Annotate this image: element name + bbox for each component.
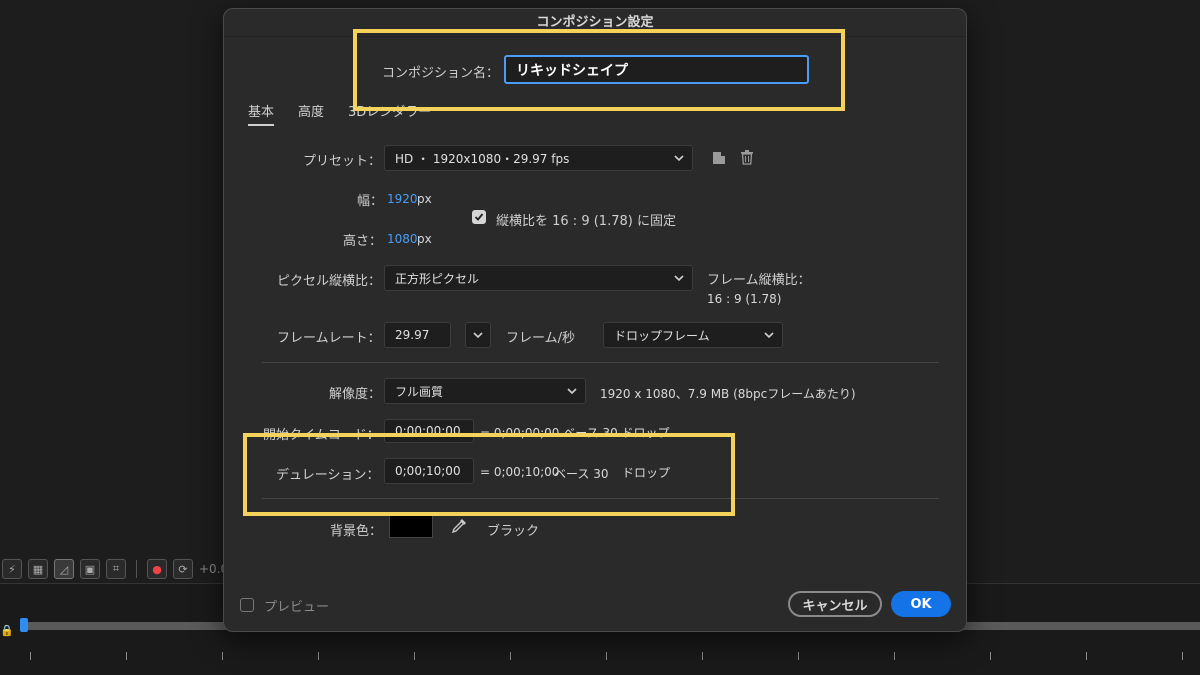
preview-checkbox[interactable] — [240, 598, 254, 612]
chevron-down-icon — [674, 275, 684, 282]
chevron-down-icon — [674, 155, 684, 162]
time-ruler — [30, 652, 1200, 662]
height-value[interactable]: 1080 — [387, 232, 418, 246]
background-color-name: ブラック — [487, 524, 540, 539]
frame-aspect-label: フレーム縦横比： — [707, 273, 811, 288]
chevron-down-icon — [473, 332, 483, 339]
composition-settings-dialog: コンポジション設定 コンポジション名： リキッドシェイプ 基本 高度 3Dレンダ… — [223, 8, 967, 632]
preset-dropdown[interactable]: HD ・ 1920x1080・29.97 fps — [384, 145, 693, 171]
ruler-tick — [894, 652, 895, 660]
ruler-tick — [1182, 652, 1183, 660]
lock-icon[interactable]: 🔒 — [0, 624, 14, 637]
pixel-aspect-value: 正方形ピクセル — [395, 271, 480, 286]
ruler-tick — [126, 652, 127, 660]
background-color-swatch[interactable] — [389, 515, 433, 538]
trash-icon[interactable] — [740, 150, 754, 165]
ruler-tick — [222, 652, 223, 660]
tab-advanced[interactable]: 高度 — [298, 101, 324, 120]
pixel-aspect-dropdown[interactable]: 正方形ピクセル — [384, 265, 693, 291]
resolution-dropdown[interactable]: フル画質 — [384, 378, 586, 404]
ruler-tick — [510, 652, 511, 660]
preset-label: プリセット： — [303, 154, 382, 169]
grid-guides-icon[interactable]: ⌗ — [106, 559, 126, 579]
fast-preview-icon[interactable]: ⚡ — [2, 559, 22, 579]
ruler-tick — [414, 652, 415, 660]
ruler-tick — [318, 652, 319, 660]
section-divider — [262, 362, 939, 363]
height-unit: px — [417, 232, 432, 246]
width-unit: px — [417, 192, 432, 206]
frame-rate-unit: フレーム/秒 — [506, 331, 575, 346]
ruler-tick — [1086, 652, 1087, 660]
ruler-tick — [30, 652, 31, 660]
ruler-tick — [798, 652, 799, 660]
ok-button[interactable]: OK — [891, 591, 951, 617]
lock-aspect-checkbox[interactable] — [472, 210, 486, 224]
frame-rate-label: フレームレート： — [277, 331, 381, 346]
tab-basic[interactable]: 基本 — [248, 101, 275, 126]
frame-aspect-value: 16 : 9 (1.78) — [707, 292, 782, 306]
save-preset-icon[interactable] — [712, 151, 726, 165]
cancel-button[interactable]: キャンセル — [788, 591, 882, 617]
background-color-label: 背景色： — [330, 524, 383, 539]
ruler-tick — [606, 652, 607, 660]
width-value[interactable]: 1920 — [387, 192, 418, 206]
resolution-label: 解像度： — [329, 387, 382, 402]
drop-frame-value: ドロップフレーム — [614, 328, 710, 343]
width-label: 幅： — [357, 194, 384, 209]
playhead[interactable] — [20, 618, 28, 632]
height-label: 高さ： — [343, 234, 383, 249]
preview-label: プレビュー — [264, 600, 330, 615]
eyedropper-icon[interactable] — [451, 517, 468, 534]
check-icon — [474, 213, 484, 221]
frame-rate-menu-button[interactable] — [465, 322, 491, 348]
transparency-grid-icon[interactable]: ▦ — [28, 559, 48, 579]
color-management-icon[interactable]: ⟳ — [173, 559, 193, 579]
toolbar-divider — [136, 560, 137, 578]
mask-path-icon[interactable]: ◿ — [54, 559, 74, 579]
chevron-down-icon — [567, 388, 577, 395]
preset-value: HD ・ 1920x1080・29.97 fps — [395, 151, 570, 166]
channels-icon[interactable]: ● — [147, 559, 167, 579]
ruler-tick — [990, 652, 991, 660]
resolution-info: 1920 x 1080、7.9 MB (8bpcフレームあたり) — [600, 387, 856, 401]
drop-frame-dropdown[interactable]: ドロップフレーム — [603, 322, 783, 348]
frame-rate-input[interactable]: 29.97 — [384, 322, 451, 348]
region-of-interest-icon[interactable]: ▣ — [80, 559, 100, 579]
lock-aspect-label: 縦横比を 16 : 9 (1.78) に固定 — [496, 214, 676, 229]
viewer-toolbar: ⚡ ▦ ◿ ▣ ⌗ ● ⟳ +0.0 — [0, 555, 230, 583]
ruler-tick — [702, 652, 703, 660]
duration-highlight-box — [243, 433, 735, 516]
chevron-down-icon — [764, 332, 774, 339]
pixel-aspect-label: ピクセル縦横比： — [277, 274, 382, 289]
name-highlight-box — [353, 29, 845, 111]
resolution-value: フル画質 — [395, 384, 444, 399]
